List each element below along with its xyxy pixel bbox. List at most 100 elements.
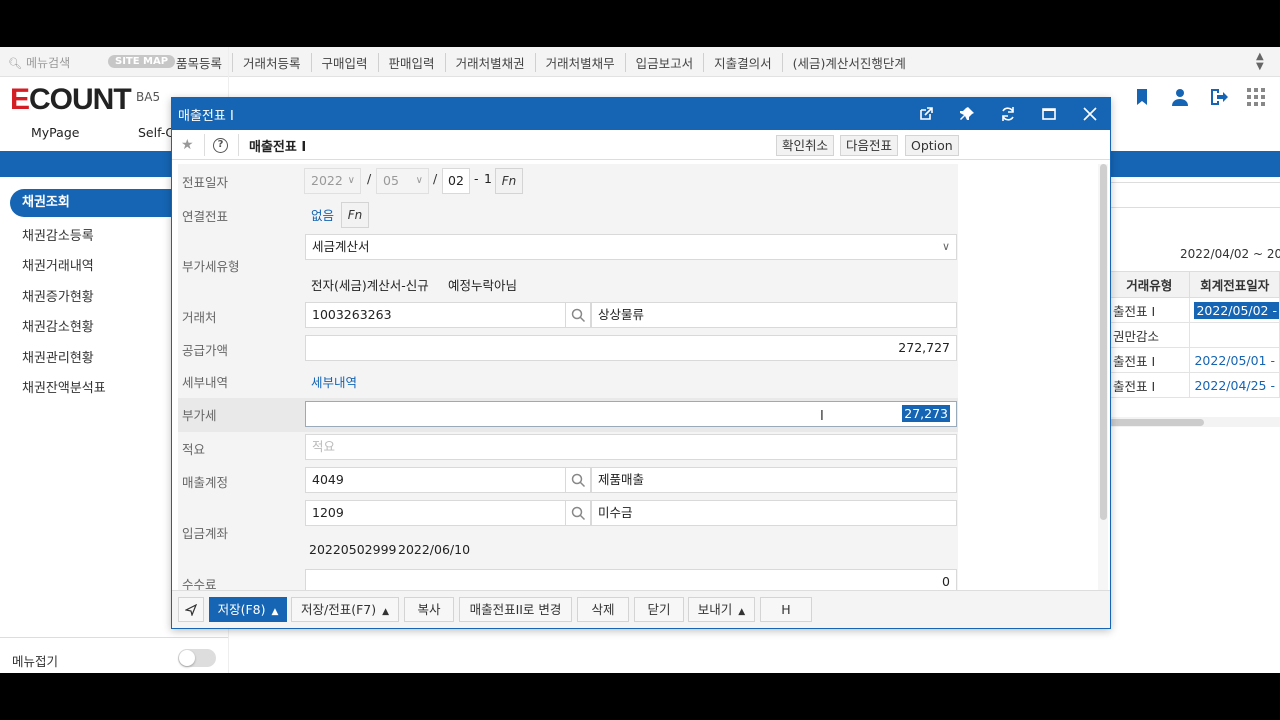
column-header[interactable]: 회계전표일자 — [1189, 271, 1280, 298]
table-cell-link[interactable]: 2022/05/01 - — [1189, 347, 1280, 373]
caret-up-icon[interactable]: ▲ — [738, 607, 745, 617]
quick-menu-item[interactable]: 입금보고서 — [626, 53, 705, 72]
close-icon[interactable] — [1082, 106, 1098, 122]
popout-icon[interactable] — [918, 106, 934, 122]
selected-date-link[interactable]: 2022/05/02 - — [1194, 301, 1279, 319]
toolbar-divider — [204, 134, 205, 156]
linked-voucher-label: 연결전표 — [182, 209, 229, 224]
date-range: 2022/04/02 ~ 202 — [1180, 247, 1280, 261]
sidebar-item[interactable]: 채권감소등록 — [22, 225, 94, 244]
memo-input[interactable]: 적요 — [305, 434, 957, 460]
sales-account-name-input[interactable]: 제품매출 — [591, 467, 957, 493]
scrollbar-thumb[interactable] — [1108, 419, 1204, 426]
save-button-label: 저장(F8) — [217, 602, 266, 617]
quick-menu-item[interactable]: 구매입력 — [312, 53, 379, 72]
table-cell: 출전표 I — [1107, 347, 1191, 373]
user-icon[interactable] — [1170, 87, 1190, 107]
date-year-select[interactable]: 2022 ∨ — [304, 168, 361, 194]
column-header[interactable]: 거래유형 — [1107, 271, 1191, 298]
table-cell-link[interactable]: 2022/04/25 - — [1189, 372, 1280, 398]
horizontal-scrollbar[interactable] — [1108, 417, 1280, 427]
sidebar-item[interactable]: 채권관리현황 — [22, 347, 94, 366]
date-fn-button[interactable]: Fn — [495, 168, 523, 194]
deposit-account-name-input[interactable]: 미수금 — [591, 500, 957, 526]
vat-value-selected: 27,273 — [902, 405, 950, 422]
help-icon[interactable]: ? — [213, 138, 228, 153]
quick-menu-item[interactable]: 품목등록 — [166, 53, 234, 72]
quick-menu-item[interactable]: 거래처등록 — [233, 53, 312, 72]
deposit-account-search-button[interactable] — [565, 500, 591, 526]
vat-type-select[interactable]: 세금계산서 ∨ — [305, 234, 957, 260]
date-month-select[interactable]: 05 ∨ — [376, 168, 429, 194]
copy-button[interactable]: 복사 — [404, 597, 454, 622]
table-cell-link[interactable]: 2022/05/02 - — [1189, 297, 1280, 323]
save-voucher-button[interactable]: 저장/전표(F7) ▲ — [291, 597, 399, 622]
supply-value-label: 공급가액 — [182, 343, 229, 358]
linked-voucher-link[interactable]: 없음 — [311, 205, 334, 224]
logout-icon[interactable] — [1208, 87, 1228, 107]
close-button[interactable]: 닫기 — [634, 597, 684, 622]
send-arrow-button[interactable] — [178, 597, 204, 622]
caret-up-icon[interactable]: ▲ — [271, 607, 278, 617]
maximize-icon[interactable] — [1041, 106, 1057, 122]
bookmark-icon[interactable] — [1132, 87, 1152, 107]
quick-menu-item[interactable]: 거래처별채무 — [536, 53, 626, 72]
date-month-value: 05 — [383, 173, 399, 188]
caret-up-icon[interactable]: ▲ — [382, 607, 389, 617]
pin-icon[interactable] — [959, 106, 975, 122]
fee-input[interactable]: 0 — [305, 569, 957, 590]
detail-label: 세부내역 — [182, 375, 229, 390]
vat-input[interactable]: 27,273 — [305, 401, 957, 427]
sidebar-item[interactable]: 채권거래내역 — [22, 255, 94, 274]
linked-fn-button[interactable]: Fn — [341, 202, 369, 228]
ecount-logo[interactable]: ECOUNT — [10, 83, 132, 117]
change-voucher-button[interactable]: 매출전표II로 변경 — [459, 597, 572, 622]
h-button[interactable]: H — [760, 597, 812, 622]
detail-link[interactable]: 세부내역 — [311, 372, 357, 391]
top-menu-bar: 🔍︎ 메뉴검색 SITE MAP 품목등록 거래처등록 구매입력 판매입력 거래처… — [0, 47, 1280, 77]
sidebar-item[interactable]: 채권감소현황 — [22, 316, 94, 335]
supply-value-input[interactable]: 272,727 — [305, 335, 957, 361]
table-row[interactable]: 권만감소 — [1107, 322, 1280, 348]
date-day-input[interactable]: 02 — [442, 168, 470, 194]
customer-search-button[interactable] — [565, 302, 591, 328]
confirm-cancel-button[interactable]: 확인취소 — [776, 135, 835, 156]
sidebar-item-active[interactable]: 채권조회 — [10, 189, 172, 217]
menu-fold-toggle[interactable] — [178, 649, 216, 667]
send-button-label: 보내기 — [697, 602, 733, 617]
delete-button[interactable]: 삭제 — [577, 597, 629, 622]
search-icon — [571, 506, 586, 521]
nav-self[interactable]: Self-C — [138, 125, 174, 140]
nav-mypage[interactable]: MyPage — [31, 125, 79, 140]
star-icon[interactable]: ★ — [181, 137, 194, 153]
quick-menu-item[interactable]: 거래처별채권 — [446, 53, 536, 72]
customer-code-input[interactable]: 1003263263 — [305, 302, 566, 328]
sidebar-item[interactable]: 채권잔액분석표 — [22, 377, 106, 396]
table-row[interactable]: 출전표 I 2022/05/01 - — [1107, 347, 1280, 373]
sales-account-code-input[interactable]: 4049 — [305, 467, 566, 493]
send-button[interactable]: 보내기 ▲ — [688, 597, 755, 622]
toolbar-divider — [238, 134, 239, 156]
quick-menu-item[interactable]: (세금)계산서진행단계 — [783, 53, 916, 72]
quick-menu: 품목등록 거래처등록 구매입력 판매입력 거래처별채권 거래처별채무 입금보고서… — [166, 53, 916, 72]
modal-titlebar[interactable]: 매출전표 I — [172, 98, 1110, 130]
refresh-icon[interactable] — [1000, 106, 1016, 122]
menu-search[interactable]: 🔍︎ 메뉴검색 — [8, 54, 70, 71]
background-content: 2022/04/02 ~ 202 거래유형 회계전표일자 출전표 I 2022/… — [1107, 177, 1280, 477]
quick-menu-item[interactable]: 지출결의서 — [704, 53, 783, 72]
table-row[interactable]: 출전표 I 2022/04/25 - — [1107, 372, 1280, 398]
apps-grid-icon[interactable] — [1246, 87, 1266, 107]
modal-vertical-scrollbar[interactable] — [1098, 164, 1108, 590]
sidebar-item[interactable]: 채권증가현황 — [22, 286, 94, 305]
fee-label: 수수료 — [182, 577, 217, 590]
chevron-up-down-icon[interactable]: ▲ ▼ — [1256, 52, 1270, 72]
sales-account-search-button[interactable] — [565, 467, 591, 493]
save-button[interactable]: 저장(F8) ▲ — [209, 597, 287, 622]
next-voucher-button[interactable]: 다음전표 — [840, 135, 899, 156]
table-row[interactable]: 출전표 I 2022/05/02 - — [1107, 297, 1280, 323]
quick-menu-item[interactable]: 판매입력 — [379, 53, 446, 72]
deposit-account-code-input[interactable]: 1209 — [305, 500, 566, 526]
option-button[interactable]: Option — [905, 135, 959, 156]
scrollbar-thumb[interactable] — [1100, 164, 1107, 520]
customer-name-input[interactable]: 상상물류 — [591, 302, 957, 328]
